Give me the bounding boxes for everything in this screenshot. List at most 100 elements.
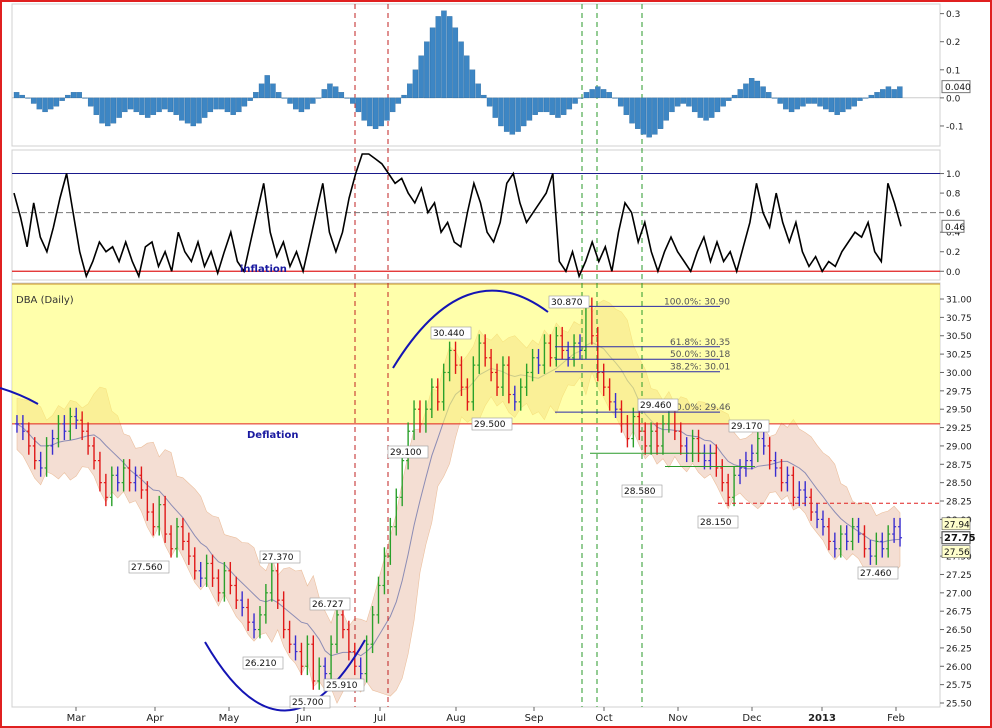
- oscillator-tick-label: 0.3: [946, 10, 960, 20]
- oscillator-bar: [509, 97, 516, 135]
- oscillator-tick-label: 0.1: [946, 66, 960, 76]
- oscillator-bar: [264, 75, 270, 99]
- oscillator-bar: [868, 94, 875, 99]
- price-label: 29.460: [640, 401, 672, 411]
- fibonacci-label: 38.2%: 30.01: [670, 363, 730, 373]
- fibonacci-label: 0.0%: 29.46: [676, 403, 731, 413]
- oscillator-bar: [828, 97, 835, 113]
- oscillator-bar: [355, 97, 362, 113]
- price-tick-label: 31.00: [946, 296, 972, 306]
- oscillator-bar: [703, 97, 709, 121]
- oscillator-bar: [53, 97, 60, 107]
- price-tick-label: 30.50: [946, 332, 972, 342]
- price-tick-label: 29.25: [946, 424, 972, 434]
- oscillator-bar: [281, 97, 288, 99]
- x-axis-label: Dec: [742, 713, 761, 724]
- oscillator-bar: [173, 97, 179, 115]
- oscillator-bar: [310, 97, 316, 104]
- price-label: 28.150: [700, 518, 732, 528]
- price-label: 26.727: [312, 600, 344, 610]
- price-tick-label: 26.25: [946, 644, 972, 654]
- oscillator-bar: [503, 97, 510, 132]
- oscillator-bar: [691, 97, 698, 113]
- oscillator-bar: [794, 97, 800, 110]
- x-axis-label: Sep: [525, 713, 544, 724]
- oscillator-bar: [36, 97, 43, 110]
- oscillator-bar: [412, 69, 419, 99]
- oscillator-bar: [811, 97, 818, 104]
- price-label: 30.440: [433, 329, 465, 339]
- oscillator-bar: [771, 97, 778, 99]
- oscillator-bar: [407, 83, 413, 98]
- oscillator-bar: [99, 97, 105, 124]
- oscillator-bar: [469, 69, 476, 99]
- oscillator-bar: [823, 97, 829, 110]
- oscillator-bar: [418, 55, 424, 98]
- price-tick-label: 30.25: [946, 351, 972, 361]
- oscillator-bar: [874, 92, 880, 99]
- stochastic-tick-label: 0.6: [946, 209, 961, 219]
- oscillator-bar: [378, 97, 384, 127]
- oscillator-bar: [150, 97, 157, 115]
- fibonacci-label: 50.0%: 30.18: [670, 350, 731, 360]
- oscillator-bar: [338, 92, 345, 99]
- oscillator-bar: [258, 83, 265, 98]
- oscillator-bar: [424, 41, 430, 99]
- oscillator-tick-label: 0.0: [946, 94, 961, 104]
- oscillator-bar: [458, 41, 464, 99]
- oscillator-bar: [857, 97, 863, 101]
- oscillator-bar: [669, 97, 675, 113]
- oscillator-bar: [498, 97, 504, 127]
- oscillator-bar: [515, 97, 521, 132]
- oscillator-bar: [521, 97, 527, 127]
- oscillator-bar: [800, 97, 806, 107]
- oscillator-bar: [452, 27, 459, 99]
- x-axis-label: Jun: [295, 713, 312, 724]
- oscillator-bar: [13, 92, 20, 99]
- oscillator-bar: [731, 94, 738, 99]
- oscillator-bar: [583, 92, 590, 99]
- oscillator-bar: [600, 89, 607, 98]
- oscillator-bar: [532, 97, 538, 115]
- oscillator-bar: [344, 97, 350, 99]
- oscillator-bar: [492, 97, 498, 118]
- price-tick-label: 26.75: [946, 608, 972, 618]
- oscillator-bar: [748, 78, 755, 99]
- price-label: 25.910: [326, 681, 358, 691]
- oscillator-bar: [167, 97, 174, 113]
- oscillator-bar: [834, 97, 840, 115]
- price-current-value: 27.94: [944, 520, 970, 530]
- oscillator-bar: [219, 97, 225, 110]
- oscillator-bar: [783, 97, 789, 110]
- oscillator-bar: [612, 97, 618, 99]
- oscillator-bar: [760, 86, 766, 98]
- oscillator-bar: [538, 97, 544, 113]
- oscillator-bar: [332, 86, 339, 98]
- oscillator-bar: [635, 97, 641, 129]
- oscillator-tick-label: 0.2: [946, 38, 960, 48]
- price-tick-label: 25.75: [946, 681, 972, 691]
- price-tick-label: 30.75: [946, 314, 972, 324]
- oscillator-bar: [555, 97, 561, 118]
- oscillator-bar: [350, 97, 356, 104]
- oscillator-bar: [680, 97, 687, 104]
- oscillator-bar: [19, 94, 25, 99]
- oscillator-bar: [446, 16, 453, 98]
- oscillator-bar: [840, 97, 846, 113]
- price-tick-label: 30.00: [946, 369, 972, 379]
- oscillator-bar: [139, 97, 145, 115]
- oscillator-bar: [190, 97, 196, 127]
- oscillator-bar: [435, 16, 441, 98]
- x-axis-label: Feb: [887, 713, 905, 724]
- x-axis-label: Oct: [595, 713, 612, 724]
- oscillator-bar: [880, 89, 886, 98]
- chart: 0.30.20.10.0-0.10.040 1.00.80.60.40.20.0…: [0, 0, 992, 728]
- oscillator-bar: [720, 97, 726, 107]
- oscillator-bar: [629, 97, 635, 124]
- oscillator-bar: [617, 97, 624, 107]
- oscillator-bar: [897, 86, 903, 98]
- oscillator-bar: [441, 10, 447, 99]
- oscillator-bar: [30, 97, 37, 104]
- x-axis-label: Aug: [446, 713, 466, 724]
- oscillator-tick-label: -0.1: [946, 122, 964, 132]
